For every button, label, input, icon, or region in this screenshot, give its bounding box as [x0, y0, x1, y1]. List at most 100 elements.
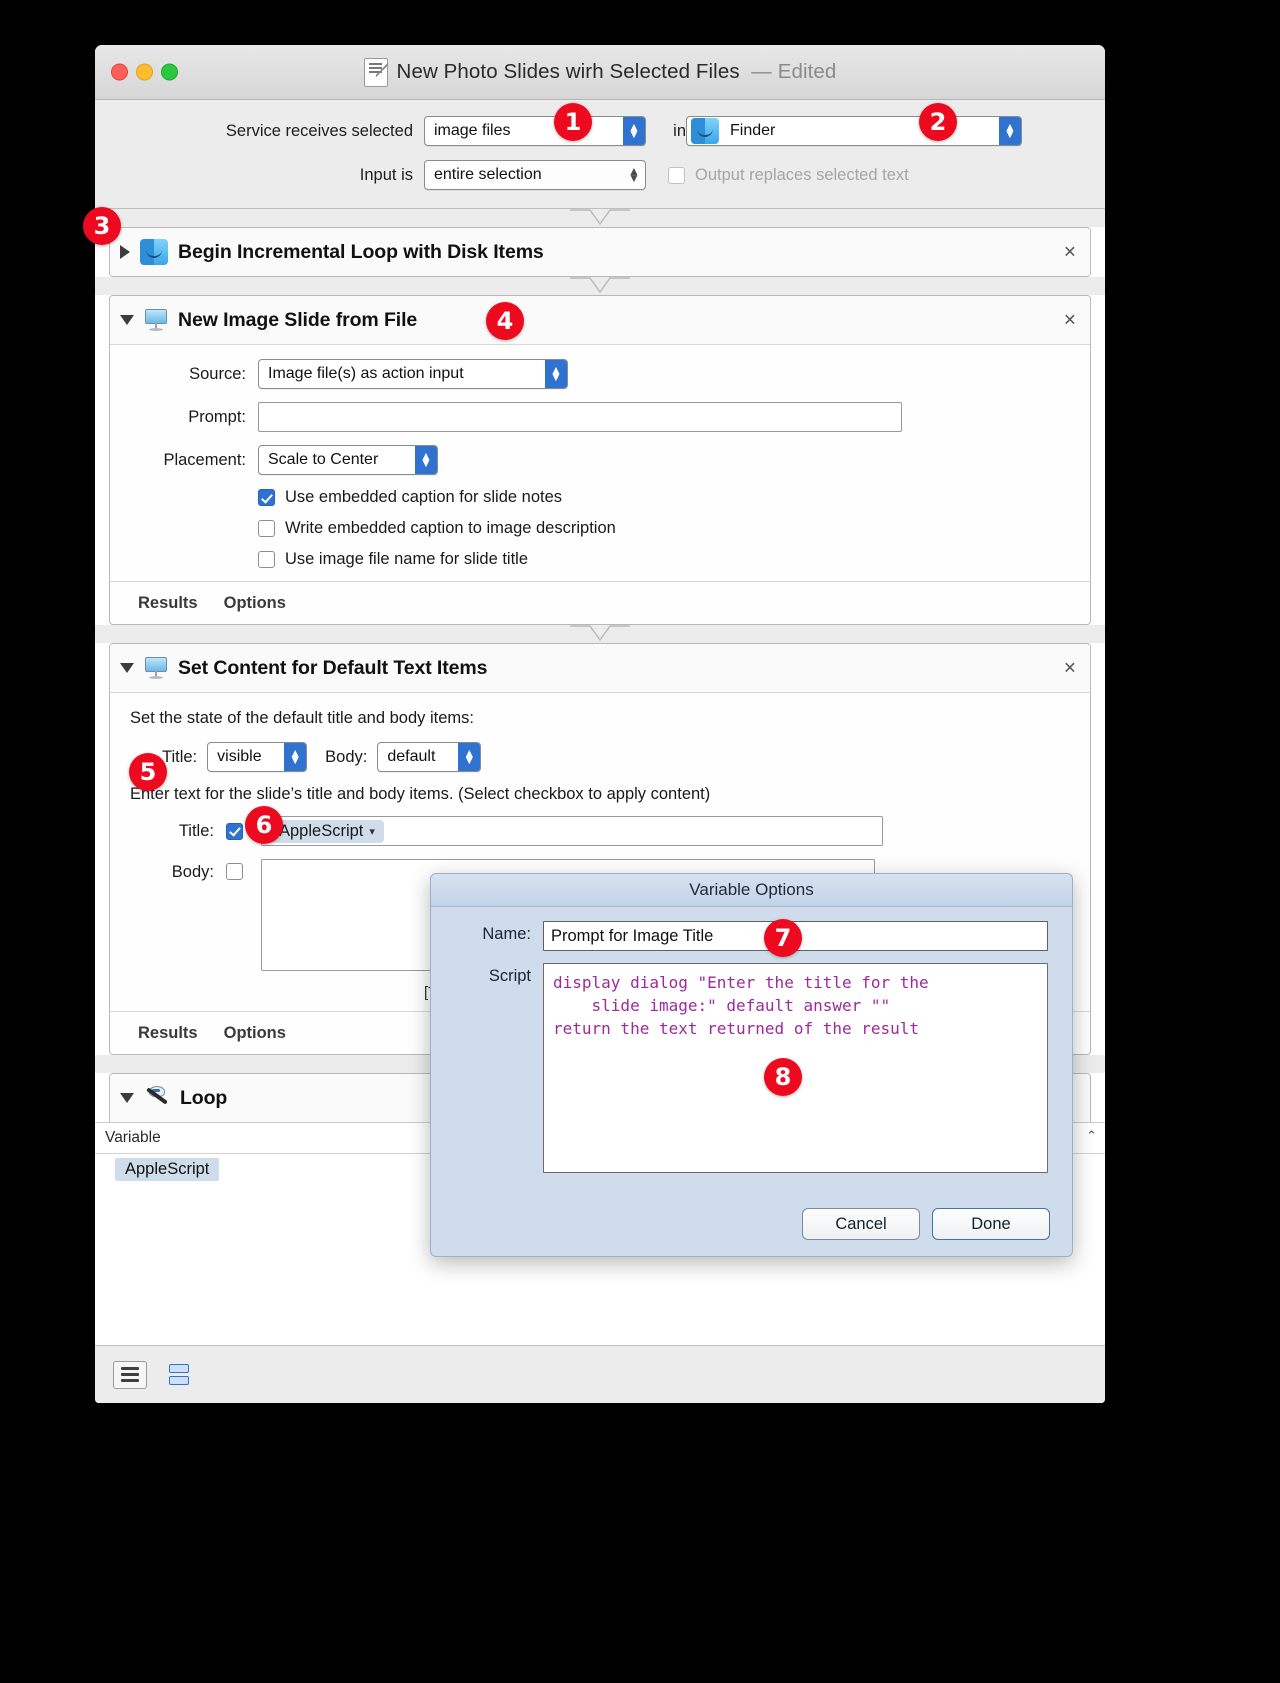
variable-column-header: Variable [105, 1129, 161, 1146]
chevron-updown-icon: ▲ ▼ [999, 117, 1021, 145]
options-tab[interactable]: Options [224, 594, 286, 613]
use-embedded-caption-notes-checkbox[interactable] [258, 489, 275, 506]
minimize-button[interactable] [136, 63, 153, 81]
finder-icon [140, 239, 168, 265]
dialog-body: Name: Prompt for Image Title Script disp… [431, 907, 1072, 1173]
action-title: Loop [180, 1086, 228, 1109]
prompt-input[interactable] [258, 402, 902, 432]
action-body: Source: Image file(s) as action input ▲ ▼… [110, 344, 1090, 569]
callout-badge-4: 4 [486, 302, 524, 340]
scroll-up-icon[interactable]: ⌃ [1086, 1128, 1097, 1144]
title-apply-checkbox[interactable] [226, 822, 243, 840]
chevron-updown-icon: ▲ ▼ [628, 163, 640, 185]
connector-notch-icon [570, 277, 630, 295]
placement-select[interactable]: Scale to Center ▲ ▼ [258, 445, 438, 475]
action-header[interactable]: New Image Slide from File × [110, 296, 1090, 344]
disclosure-triangle-icon[interactable] [120, 663, 134, 673]
window-controls[interactable] [111, 63, 178, 81]
window-title-group: New Photo Slides wirh Selected Files — E… [95, 57, 1105, 87]
dialog-title: Variable Options [431, 874, 1072, 907]
chevron-down-icon: ▾ [369, 825, 375, 838]
action-title: New Image Slide from File [178, 308, 418, 331]
in-label: in [673, 121, 686, 140]
source-label: Source: [189, 364, 246, 383]
checkbox-label: Write embedded caption to image descript… [285, 519, 616, 537]
options-tab[interactable]: Options [224, 1024, 286, 1043]
input-is-select[interactable]: entire selection ▲ ▼ [424, 160, 646, 190]
service-app-select[interactable]: Finder ▲ ▼ [686, 116, 1022, 146]
source-select[interactable]: Image file(s) as action input ▲ ▼ [258, 359, 568, 389]
callout-badge-5: 5 [129, 753, 167, 791]
automator-document-icon [363, 57, 388, 87]
finder-icon [691, 118, 719, 144]
body-row-label: Body: [171, 863, 214, 881]
output-replaces-label: Output replaces selected text [695, 165, 909, 184]
split-view-icon[interactable] [163, 1362, 195, 1388]
chevron-updown-icon: ▲ ▼ [458, 743, 481, 771]
input-is-label: Input is [359, 165, 413, 184]
action-title: Set Content for Default Text Items [178, 656, 488, 679]
disclosure-triangle-icon[interactable] [120, 1093, 134, 1103]
use-file-name-slide-title-checkbox[interactable] [258, 551, 275, 568]
chevron-updown-icon: ▲ ▼ [284, 743, 307, 771]
callout-badge-3: 3 [83, 207, 121, 245]
output-replaces-checkbox[interactable] [668, 166, 685, 184]
remove-action-button[interactable]: × [1064, 658, 1076, 679]
action-connector [95, 209, 1105, 227]
variable-script-label: Script [488, 967, 531, 985]
cancel-button[interactable]: Cancel [802, 1208, 920, 1240]
keynote-icon [144, 308, 168, 332]
connector-notch-icon [570, 209, 630, 227]
prompt-row: Prompt: [126, 402, 1074, 432]
remove-action-button[interactable]: × [1064, 242, 1076, 263]
action-begin-incremental-loop[interactable]: Begin Incremental Loop with Disk Items × [109, 227, 1091, 277]
action-new-image-slide-from-file[interactable]: New Image Slide from File × Source: Imag… [109, 295, 1091, 625]
service-input-row: Input is entire selection ▲ ▼ Output repl… [95, 156, 1105, 194]
service-receives-label: Service receives selected [225, 121, 413, 140]
source-row: Source: Image file(s) as action input ▲ ▼ [126, 359, 1074, 389]
action-header[interactable]: Begin Incremental Loop with Disk Items × [110, 228, 1090, 276]
connector-notch-icon [570, 625, 630, 643]
checkbox-row[interactable]: Use image file name for slide title [258, 550, 1074, 569]
disclosure-triangle-icon[interactable] [120, 315, 134, 325]
entry-hint: Enter text for the slide’s title and bod… [130, 785, 711, 803]
callout-badge-8: 8 [764, 1058, 802, 1096]
checkbox-row[interactable]: Use embedded caption for slide notes [258, 488, 1074, 507]
title-state-select[interactable]: visible ▲ ▼ [207, 742, 308, 772]
close-button[interactable] [111, 63, 128, 81]
list-view-icon[interactable] [113, 1360, 147, 1389]
applescript-variable-token[interactable]: AppleScript ▾ [270, 819, 384, 843]
callout-badge-6: 6 [245, 806, 283, 844]
title-state-label: Title: [162, 747, 198, 766]
title-content-row: Title: AppleScript ▾ [150, 816, 1074, 846]
window-title-text: New Photo Slides wirh Selected Files [396, 60, 740, 83]
action-title: Begin Incremental Loop with Disk Items [178, 240, 544, 263]
keynote-icon [144, 656, 168, 680]
variable-options-dialog: Variable Options Name: Prompt for Image … [430, 873, 1073, 1257]
zoom-button[interactable] [161, 63, 178, 81]
variable-name-cell: AppleScript [115, 1157, 220, 1181]
results-tab[interactable]: Results [138, 1024, 198, 1043]
callout-badge-7: 7 [764, 919, 802, 957]
remove-action-button[interactable]: × [1064, 310, 1076, 331]
callout-badge-1: 1 [554, 103, 592, 141]
variable-name-row: Name: Prompt for Image Title [455, 921, 1048, 951]
disclosure-triangle-icon[interactable] [120, 245, 130, 259]
action-header[interactable]: Set Content for Default Text Items × [110, 644, 1090, 692]
write-embedded-caption-description-checkbox[interactable] [258, 520, 275, 537]
done-button[interactable]: Done [932, 1208, 1050, 1240]
body-apply-checkbox[interactable] [226, 863, 243, 880]
service-receives-value: image files [434, 122, 511, 139]
variable-token-label: AppleScript [279, 821, 364, 840]
title-state-value: visible [217, 748, 262, 765]
service-app-value: Finder [730, 122, 776, 139]
service-receives-select[interactable]: image files ▲ ▼ [424, 116, 646, 146]
title-body-state-row: Title: visible ▲ ▼ Body: default ▲ ▼ [162, 742, 1074, 772]
checkbox-row[interactable]: Write embedded caption to image descript… [258, 519, 1074, 538]
title-content-input[interactable]: AppleScript ▾ [261, 816, 883, 846]
checkbox-label: Use image file name for slide title [285, 550, 529, 568]
results-tab[interactable]: Results [138, 594, 198, 613]
body-state-select[interactable]: default ▲ ▼ [377, 742, 482, 772]
window-bottom-bar [95, 1345, 1105, 1403]
placement-label: Placement: [163, 450, 246, 469]
